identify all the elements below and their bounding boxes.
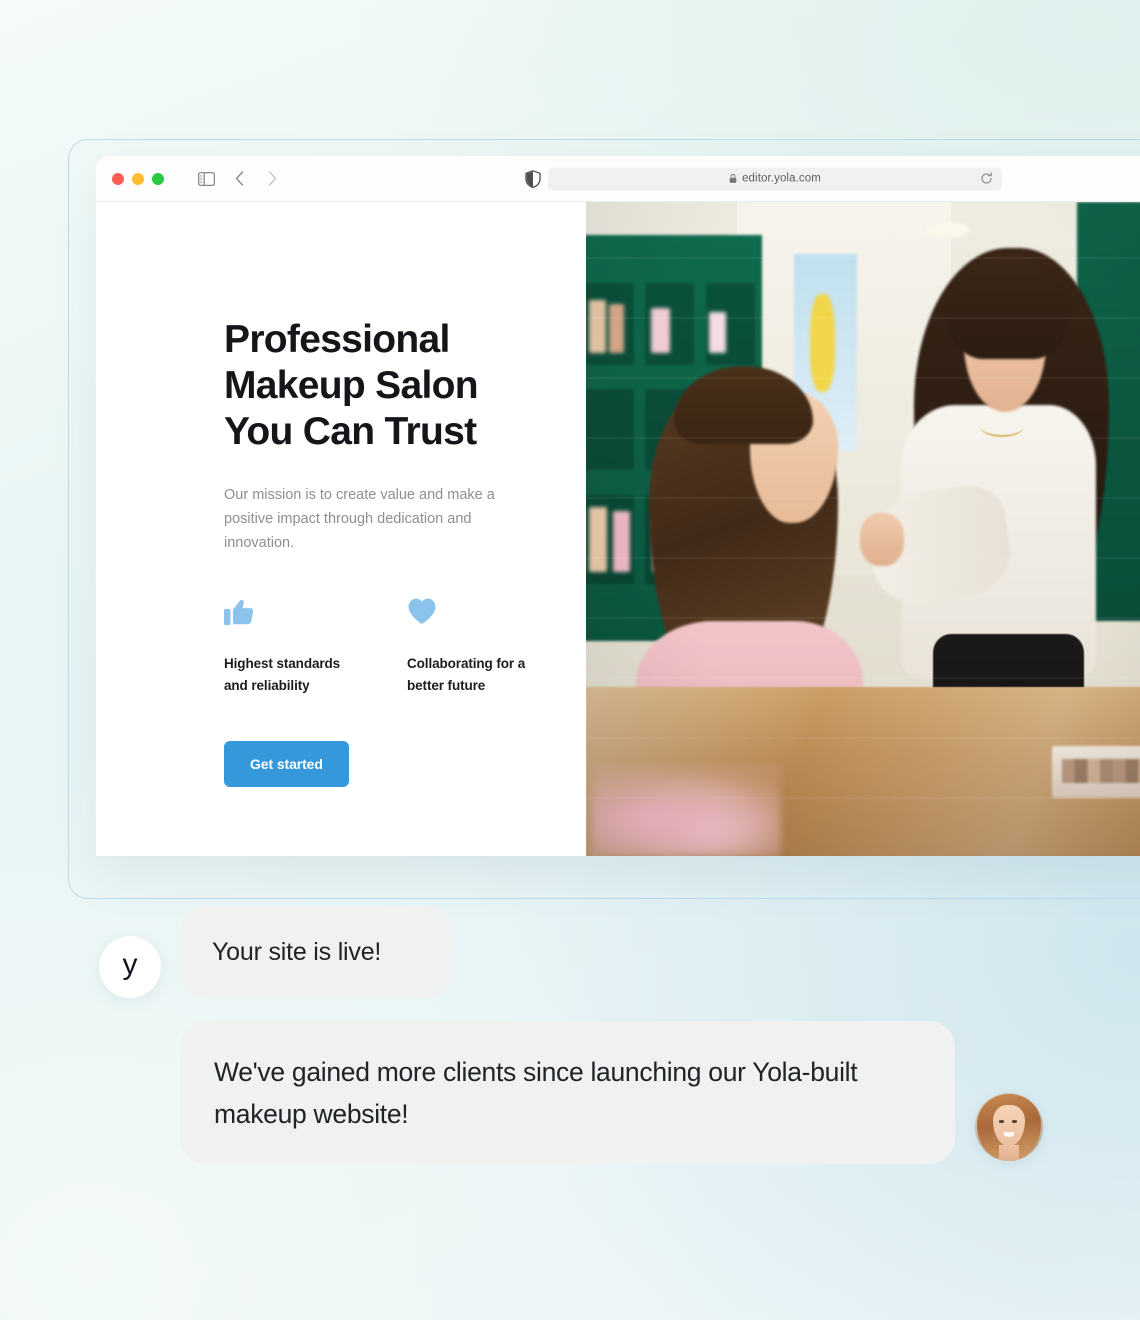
window-controls — [112, 172, 164, 185]
feature-item: Collaborating for a better future — [407, 597, 540, 697]
browser-window: editor.yola.com Professional Makeup Salo… — [96, 156, 1140, 856]
privacy-shield-icon[interactable] — [525, 169, 541, 188]
minimize-button[interactable] — [132, 172, 144, 185]
reload-icon[interactable] — [980, 172, 993, 185]
feature-label: Collaborating for a better future — [407, 656, 526, 693]
hero-subtext: Our mission is to create value and make … — [224, 487, 495, 551]
chat-bubble-testimonial: We've gained more clients since launchin… — [180, 1021, 955, 1164]
maximize-button[interactable] — [152, 172, 164, 185]
customer-avatar — [975, 1093, 1043, 1161]
site-viewport: Professional Makeup Salon You Can Trust … — [96, 202, 1140, 856]
lock-icon — [729, 174, 737, 184]
yola-logo-avatar: y — [99, 936, 161, 998]
back-button[interactable] — [228, 168, 250, 190]
forward-button[interactable] — [261, 168, 283, 190]
hero-text-column: Professional Makeup Salon You Can Trust … — [96, 202, 586, 856]
navigation-controls — [195, 168, 283, 190]
hero-image-vignette — [586, 202, 1140, 856]
sidebar-toggle-icon[interactable] — [195, 168, 217, 190]
chat-message-text: We've gained more clients since launchin… — [214, 1057, 858, 1129]
browser-toolbar: editor.yola.com — [96, 156, 1140, 202]
chat-bubble-site-live: Your site is live! — [180, 906, 452, 999]
feature-list: Highest standards and reliability Collab… — [224, 597, 586, 697]
chat-message-text: Your site is live! — [212, 938, 382, 966]
close-button[interactable] — [112, 172, 124, 185]
feature-label: Highest standards and reliability — [224, 656, 341, 693]
hero-image — [586, 202, 1140, 856]
page-background: editor.yola.com Professional Makeup Salo… — [0, 0, 1140, 1320]
feature-item: Highest standards and reliability — [224, 597, 357, 697]
yola-logo-letter: y — [122, 948, 138, 981]
heart-icon — [407, 597, 540, 627]
address-bar-content: editor.yola.com — [729, 173, 821, 185]
page-title: Professional Makeup Salon You Can Trust — [224, 318, 479, 453]
thumbs-up-icon — [224, 597, 357, 627]
get-started-button[interactable]: Get started — [224, 741, 349, 787]
address-bar[interactable]: editor.yola.com — [548, 167, 1002, 190]
url-text: editor.yola.com — [742, 172, 821, 185]
